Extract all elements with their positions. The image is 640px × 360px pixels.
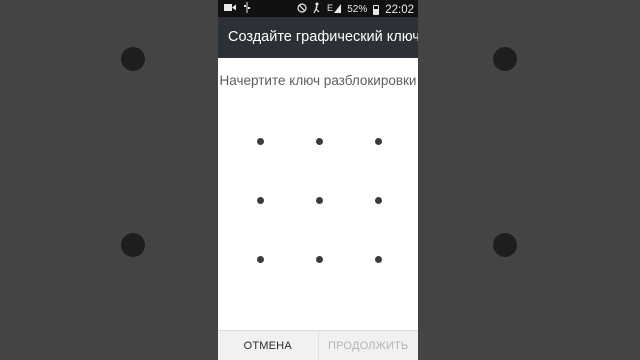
dialog-button-bar: ОТМЕНА ПРОДОЛЖИТЬ bbox=[218, 330, 418, 360]
network-e-icon: E bbox=[327, 2, 342, 17]
blurred-pattern-dot bbox=[121, 47, 145, 71]
blurred-background-left bbox=[0, 0, 218, 360]
pattern-grid[interactable] bbox=[218, 110, 418, 300]
pattern-dot[interactable] bbox=[374, 137, 382, 145]
silent-icon bbox=[313, 2, 321, 17]
video-camera-icon bbox=[224, 3, 236, 16]
pattern-dot[interactable] bbox=[315, 255, 323, 263]
battery-icon bbox=[373, 4, 380, 15]
pattern-dot[interactable] bbox=[315, 196, 323, 204]
continue-button[interactable]: ПРОДОЛЖИТЬ bbox=[317, 331, 419, 360]
status-bar: E 52% 22:02 bbox=[218, 0, 418, 17]
pattern-dot[interactable] bbox=[374, 255, 382, 263]
dialog-title: Создайте графический ключ bbox=[218, 17, 418, 58]
phone-screen: E 52% 22:02 Создайте графический ключ На… bbox=[218, 0, 418, 360]
pattern-dot[interactable] bbox=[374, 196, 382, 204]
svg-text:E: E bbox=[327, 3, 333, 13]
unlock-prompt: Начертите ключ разблокировки bbox=[219, 73, 417, 88]
cancel-button[interactable]: ОТМЕНА bbox=[218, 331, 318, 360]
blurred-pattern-dot bbox=[493, 47, 517, 71]
blurred-pattern-dot bbox=[121, 233, 145, 257]
pattern-dot[interactable] bbox=[256, 255, 264, 263]
do-not-disturb-icon bbox=[297, 2, 307, 17]
blurred-background-right bbox=[418, 0, 640, 360]
clock: 22:02 bbox=[385, 3, 414, 16]
pattern-dot[interactable] bbox=[256, 196, 264, 204]
usb-icon bbox=[244, 2, 250, 17]
pattern-dot[interactable] bbox=[315, 137, 323, 145]
pattern-dot[interactable] bbox=[256, 137, 264, 145]
battery-percent: 52% bbox=[347, 3, 368, 15]
blurred-pattern-dot bbox=[493, 233, 517, 257]
